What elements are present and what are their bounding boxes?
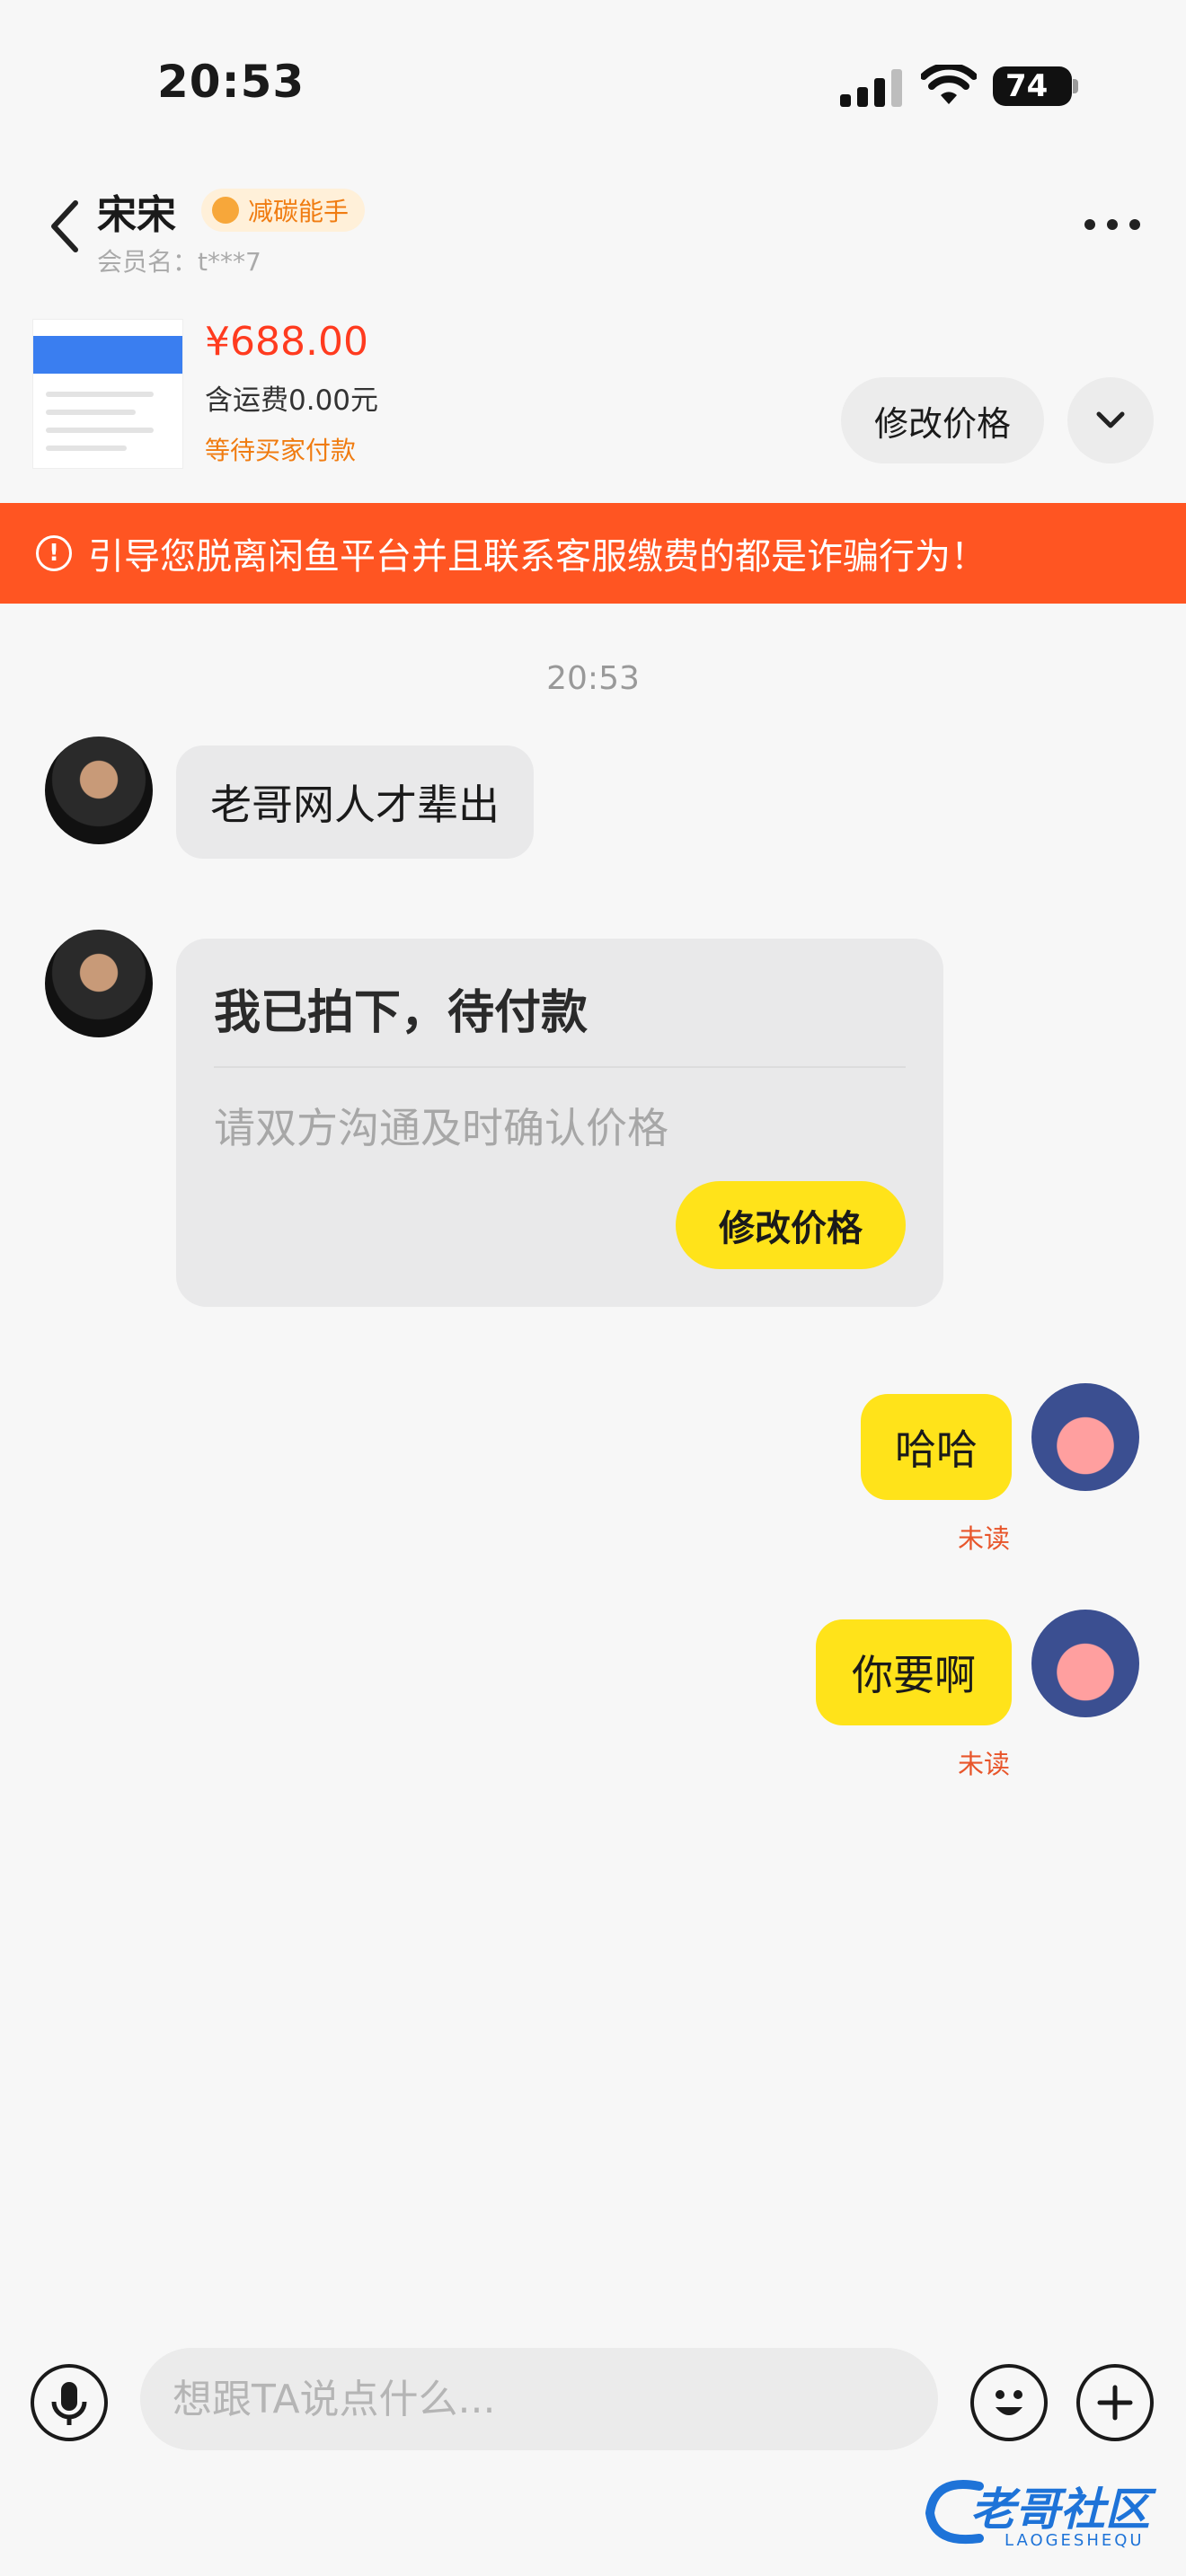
plus-icon (1097, 2385, 1133, 2421)
thumbnail-line (46, 410, 136, 415)
expand-button[interactable] (1067, 377, 1154, 463)
voice-input-button[interactable] (31, 2364, 108, 2441)
battery-indicator: 74 (993, 66, 1072, 106)
chevron-down-icon (1096, 411, 1125, 428)
warning-text: 引导您脱离闲鱼平台并且联系客服缴费的都是诈骗行为！ (88, 536, 987, 578)
exclamation-icon: ! (36, 535, 72, 571)
cellular-signal-icon (840, 69, 902, 107)
product-price: ¥688.00 (205, 319, 368, 365)
message-bubble[interactable]: 哈哈 (861, 1394, 1012, 1500)
watermark-logo: 老哥社区 LAOGESHEQU (916, 2468, 1177, 2558)
unread-status: 未读 (958, 1749, 1011, 1779)
order-card-hint: 请双方沟通及时确认价格 (214, 1104, 668, 1152)
thumbnail-line (46, 428, 154, 433)
carbon-badge[interactable]: 减碳能手 (201, 189, 366, 232)
leaf-icon (212, 197, 239, 224)
order-status: 等待买家付款 (205, 436, 357, 465)
add-attachment-button[interactable] (1076, 2364, 1154, 2441)
contact-name[interactable]: 宋宋 (97, 182, 176, 240)
scam-warning-banner: ! 引导您脱离闲鱼平台并且联系客服缴费的都是诈骗行为！ (0, 503, 1186, 604)
emoji-button[interactable] (970, 2364, 1048, 2441)
my-avatar[interactable] (1031, 1610, 1139, 1717)
member-name: 会员名：t***7 (97, 247, 261, 277)
my-avatar[interactable] (1031, 1383, 1139, 1491)
status-time: 20:53 (157, 56, 305, 108)
seller-avatar[interactable] (45, 930, 153, 1037)
back-arrow-icon[interactable] (47, 199, 83, 253)
watermark-text: 老哥社区 (970, 2483, 1150, 2536)
product-thumbnail[interactable] (32, 319, 183, 469)
edit-price-button[interactable]: 修改价格 (841, 377, 1044, 463)
wifi-icon (921, 65, 977, 104)
smiley-icon (996, 2390, 1022, 2415)
order-card[interactable]: 我已拍下，待付款 请双方沟通及时确认价格 修改价格 (176, 939, 943, 1307)
unread-status: 未读 (958, 1523, 1011, 1554)
seller-avatar[interactable] (45, 737, 153, 844)
message-bubble[interactable]: 你要啊 (816, 1619, 1012, 1725)
microphone-icon (51, 2382, 87, 2425)
message-bubble[interactable]: 老哥网人才辈出 (176, 745, 534, 859)
divider (214, 1066, 906, 1068)
thumbnail-line (46, 392, 154, 397)
thumbnail-line (46, 446, 127, 451)
thumbnail-header (33, 336, 182, 374)
message-input[interactable] (140, 2348, 938, 2450)
watermark-subtext: LAOGESHEQU (1005, 2531, 1145, 2550)
order-card-title: 我已拍下，待付款 (214, 986, 589, 1040)
chat-timestamp: 20:53 (546, 660, 640, 697)
more-options-icon[interactable] (1083, 216, 1142, 234)
badge-label: 减碳能手 (248, 197, 350, 226)
card-edit-price-button[interactable]: 修改价格 (676, 1181, 906, 1269)
shipping-fee: 含运费0.00元 (205, 384, 379, 417)
battery-tip (1073, 79, 1078, 93)
